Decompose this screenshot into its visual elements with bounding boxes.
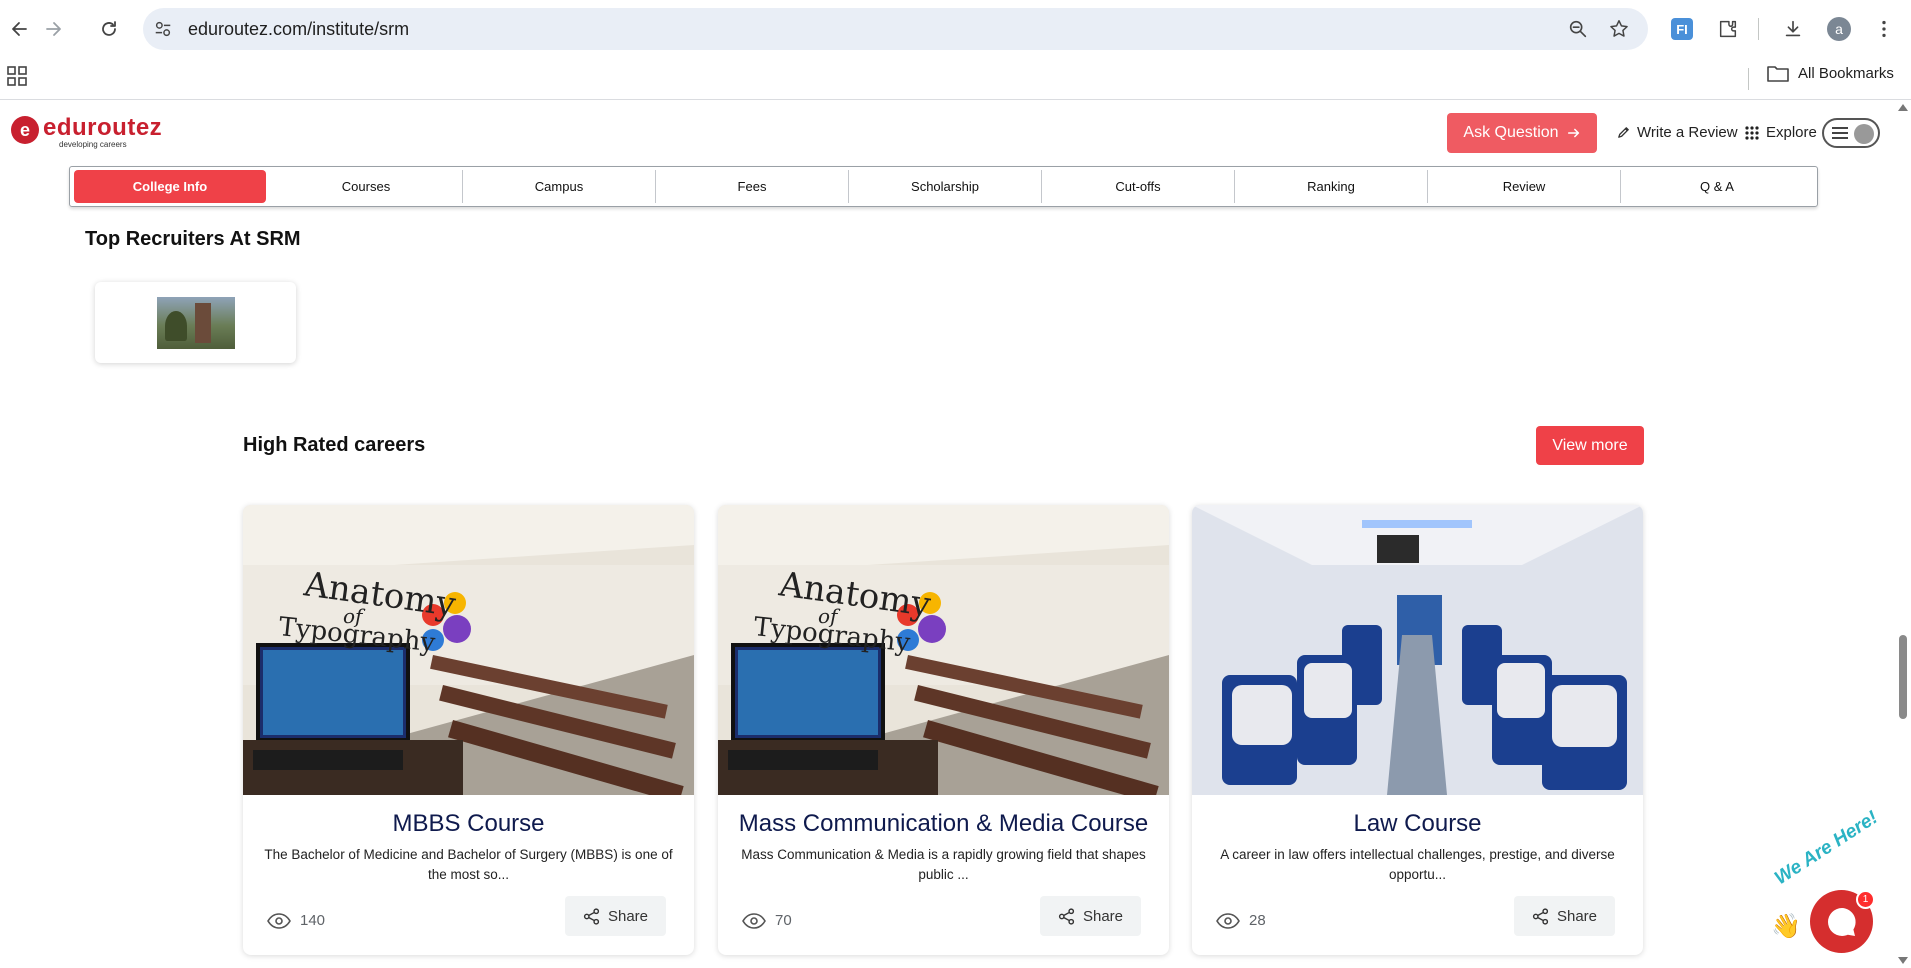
arrow-right-icon [46, 22, 61, 36]
pencil-icon [1618, 127, 1629, 138]
career-description: The Bachelor of Medicine and Bachelor of… [264, 847, 673, 882]
career-title[interactable]: MBBS Course [243, 810, 694, 838]
share-icon [583, 907, 600, 925]
tab-ranking[interactable]: Ranking [1235, 170, 1428, 203]
tab-courses[interactable]: Courses [270, 170, 463, 203]
share-button[interactable]: Share [1040, 896, 1141, 936]
chat-notification-badge: 1 [1856, 890, 1875, 909]
bookmark-star-icon[interactable] [1607, 17, 1631, 41]
eye-icon [742, 912, 766, 929]
tab-scholarship[interactable]: Scholarship [849, 170, 1042, 203]
career-views-count: 70 [775, 912, 792, 929]
more-menu-icon[interactable] [1869, 14, 1899, 44]
folder-icon [1767, 66, 1789, 82]
address-bar[interactable]: eduroutez.com/institute/srm [143, 8, 1648, 50]
site-settings-icon[interactable] [152, 18, 174, 40]
career-views: 70 [742, 912, 792, 929]
chat-widget[interactable]: We Are Here! 👋 1 [1755, 807, 1895, 968]
recruiter-card[interactable] [95, 282, 296, 363]
extension-fi-icon[interactable]: FI [1667, 14, 1697, 44]
logo-name: eduroutez [43, 114, 163, 141]
arrow-right-icon [1567, 128, 1579, 138]
explore-link[interactable]: Explore [1744, 124, 1817, 141]
career-card-law[interactable]: Law Course A career in law offers intell… [1192, 505, 1643, 955]
career-views-count: 28 [1249, 912, 1266, 929]
career-image-aircraft-cabin [1192, 505, 1643, 795]
share-label: Share [1082, 907, 1124, 925]
college-tabs: College Info Courses Campus Fees Scholar… [69, 166, 1818, 207]
recruiter-logo-image [156, 296, 235, 349]
scroll-down-arrow-icon[interactable] [1898, 957, 1908, 964]
url-text[interactable]: eduroutez.com/institute/srm [188, 18, 409, 40]
career-title[interactable]: Law Course [1192, 810, 1643, 838]
career-description: Mass Communication & Media is a rapidly … [741, 847, 1146, 882]
career-title[interactable]: Mass Communication & Media Course [718, 810, 1169, 838]
toggle-knob [1854, 124, 1874, 144]
browser-chrome: eduroutez.com/institute/srm FI a All Boo… [0, 0, 1911, 100]
career-description: A career in law offers intellectual chal… [1220, 847, 1615, 882]
browser-toolbar: eduroutez.com/institute/srm FI a [0, 0, 1911, 58]
waving-hand-icon: 👋 [1771, 913, 1801, 940]
site-header: e eduroutez developing careers Ask Quest… [0, 100, 1895, 164]
logo-tagline: developing careers [59, 140, 127, 149]
write-review-label: Write a Review [1637, 124, 1738, 141]
share-button[interactable]: Share [1514, 896, 1615, 936]
tab-fees[interactable]: Fees [656, 170, 849, 203]
chat-we-are-here-label: We Are Here! [1771, 807, 1882, 890]
career-views: 140 [267, 912, 325, 929]
bookmarks-divider [1748, 68, 1749, 90]
career-image-classroom: Anatomy of Typography [718, 505, 1169, 795]
chat-icon [1827, 907, 1856, 936]
all-bookmarks-button[interactable]: All Bookmarks [1767, 64, 1894, 82]
download-icon[interactable] [1778, 14, 1808, 44]
ask-question-button[interactable]: Ask Question [1447, 113, 1597, 153]
zoom-icon[interactable] [1566, 17, 1590, 41]
share-icon [1532, 907, 1549, 925]
toolbar-divider [1758, 18, 1759, 40]
logo-mark-icon: e [11, 116, 39, 144]
all-bookmarks-label: All Bookmarks [1798, 64, 1894, 82]
ask-question-label: Ask Question [1463, 124, 1559, 141]
tab-college-info[interactable]: College Info [74, 170, 266, 203]
eye-icon [267, 912, 291, 929]
career-card-mass-communication[interactable]: Anatomy of Typography Mass Communication… [718, 505, 1169, 955]
recruiters-heading: Top Recruiters At SRM [85, 228, 301, 250]
high-rated-careers-heading: High Rated careers [243, 434, 426, 456]
forward-button[interactable] [36, 12, 70, 46]
write-review-link[interactable]: Write a Review [1616, 124, 1738, 141]
tab-cut-offs[interactable]: Cut-offs [1042, 170, 1235, 203]
view-more-button[interactable]: View more [1536, 426, 1644, 465]
apps-grid-icon[interactable] [7, 66, 27, 86]
explore-label: Explore [1766, 124, 1817, 141]
share-icon [1058, 907, 1075, 925]
career-image-classroom: Anatomy of Typography [243, 505, 694, 795]
tab-review[interactable]: Review [1428, 170, 1621, 203]
share-button[interactable]: Share [565, 896, 666, 936]
grid-dots-icon [1745, 125, 1759, 140]
site-logo[interactable]: e eduroutez developing careers [11, 116, 162, 150]
arrow-left-icon [12, 22, 27, 36]
profile-avatar[interactable]: a [1824, 14, 1854, 44]
career-views-count: 140 [300, 912, 326, 929]
page-viewport: e eduroutez developing careers Ask Quest… [0, 100, 1895, 968]
share-label: Share [1556, 907, 1598, 925]
reload-button[interactable] [92, 12, 126, 46]
page-scrollbar[interactable] [1895, 100, 1911, 968]
share-label: Share [607, 907, 649, 925]
tab-q-and-a[interactable]: Q & A [1621, 170, 1813, 203]
logo-text: eduroutez developing careers [43, 116, 162, 150]
scrollbar-thumb[interactable] [1899, 635, 1907, 719]
menu-lines-icon [1832, 127, 1848, 139]
career-views: 28 [1216, 912, 1266, 929]
back-button[interactable] [3, 12, 37, 46]
extensions-puzzle-icon[interactable] [1713, 14, 1743, 44]
scroll-up-arrow-icon[interactable] [1898, 104, 1908, 111]
eye-icon [1216, 912, 1240, 929]
tab-campus[interactable]: Campus [463, 170, 656, 203]
career-card-mbbs[interactable]: Anatomy of Typography MBBS Course The Ba… [243, 505, 694, 955]
bookmarks-bar: All Bookmarks [0, 58, 1911, 100]
reload-icon [102, 21, 116, 36]
menu-toggle[interactable] [1822, 118, 1880, 148]
